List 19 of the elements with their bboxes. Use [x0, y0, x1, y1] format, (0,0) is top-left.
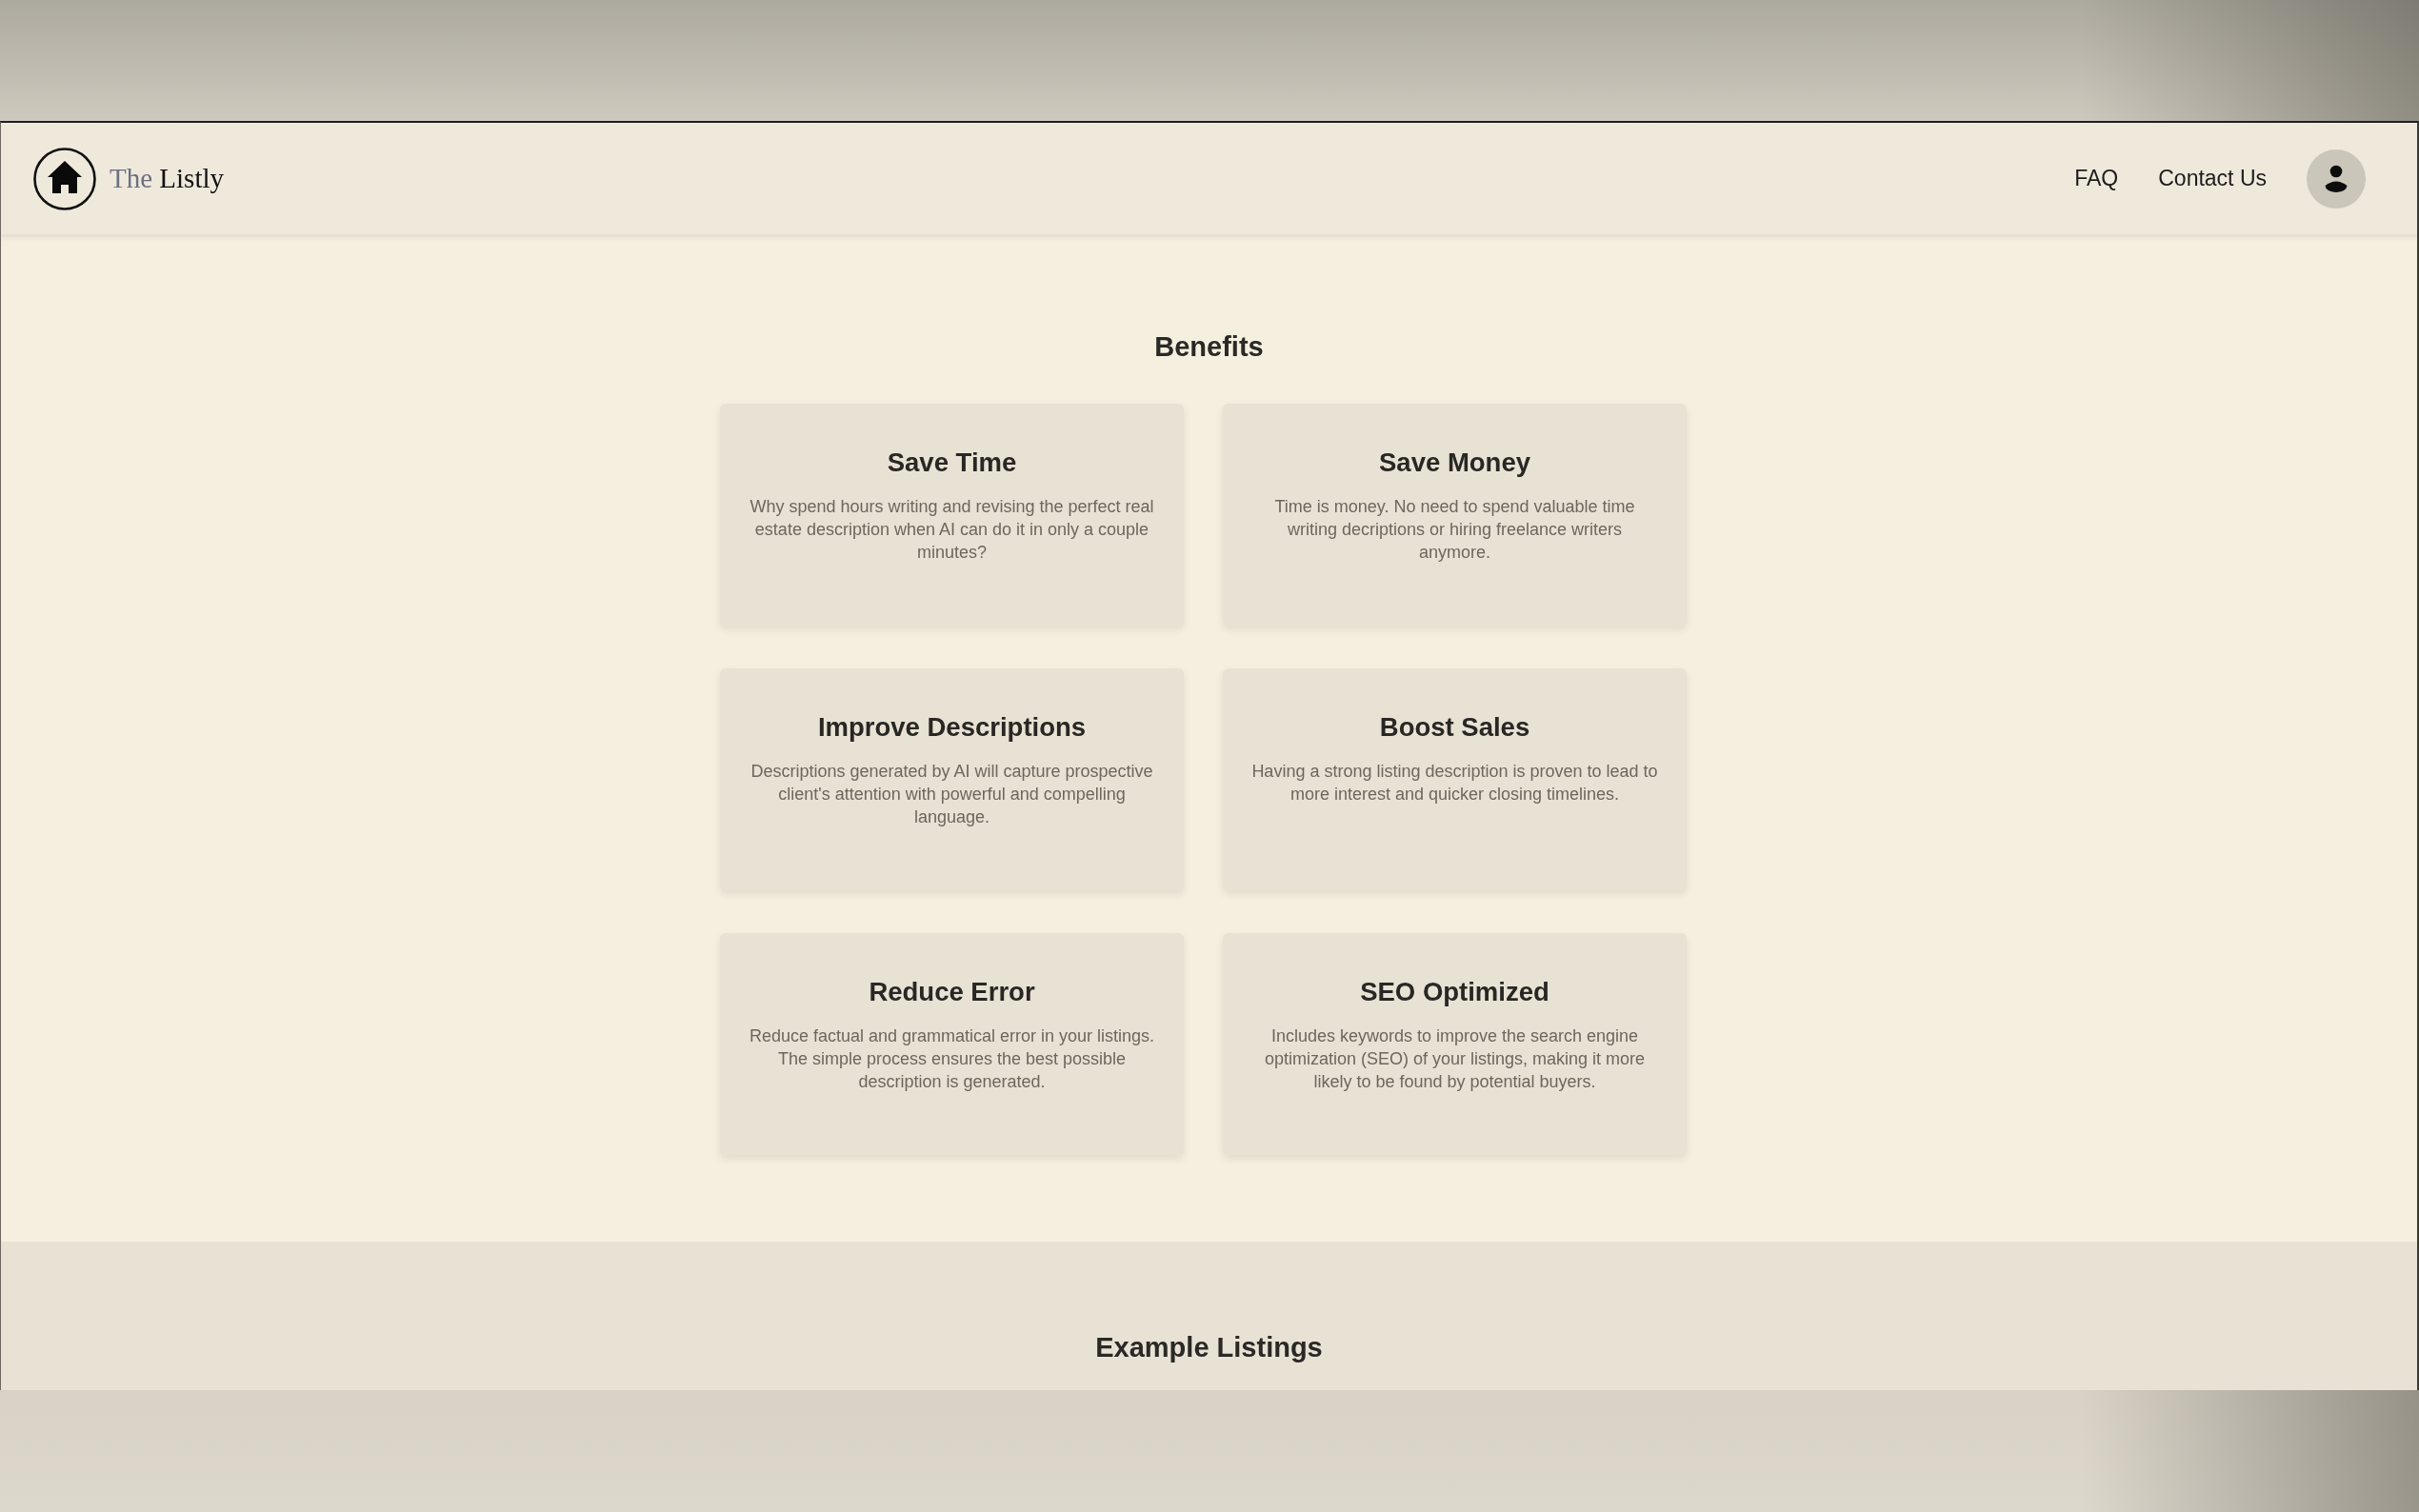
card-title: Boost Sales: [1379, 711, 1530, 744]
card-title: Improve Descriptions: [817, 711, 1087, 744]
card-text: Having a strong listing description is proven to lead to more interest and quicker closing timelines.: [1250, 761, 1659, 806]
card-text: Includes keywords to improve the search engine optimization (SEO) of your listings, making it more likely to be found by potential buyers.: [1263, 1025, 1647, 1093]
card-text: Reduce factual and grammatical error in your listings. The simple process ensures the best possible description is generated.: [748, 1025, 1156, 1093]
card-title: Reduce Error: [869, 976, 1035, 1008]
card-title: Save Money: [1379, 447, 1530, 479]
brand-link[interactable]: The Listly: [33, 147, 224, 210]
card-text: Why spend hours writing and revising the perfect real estate description when AI can do it in only a couple minutes?: [749, 496, 1155, 564]
nav-link[interactable]: Contact Us: [2158, 162, 2267, 195]
nav-link[interactable]: FAQ: [2074, 162, 2119, 195]
card-text: Time is money. No need to spend valuable time writing decriptions or hiring freelance writers anymore.: [1273, 496, 1636, 564]
section-title: Benefits: [1154, 330, 1264, 364]
home-icon: [33, 147, 96, 210]
card-text: Descriptions generated by AI will capture prospective client's attention with powerful and compelling language.: [750, 761, 1154, 828]
section-title: Example Listings: [1095, 1331, 1323, 1364]
user-avatar-icon[interactable]: [2307, 149, 2366, 209]
card-title: SEO Optimized: [1360, 976, 1549, 1008]
card-title: Save Time: [887, 447, 1017, 479]
